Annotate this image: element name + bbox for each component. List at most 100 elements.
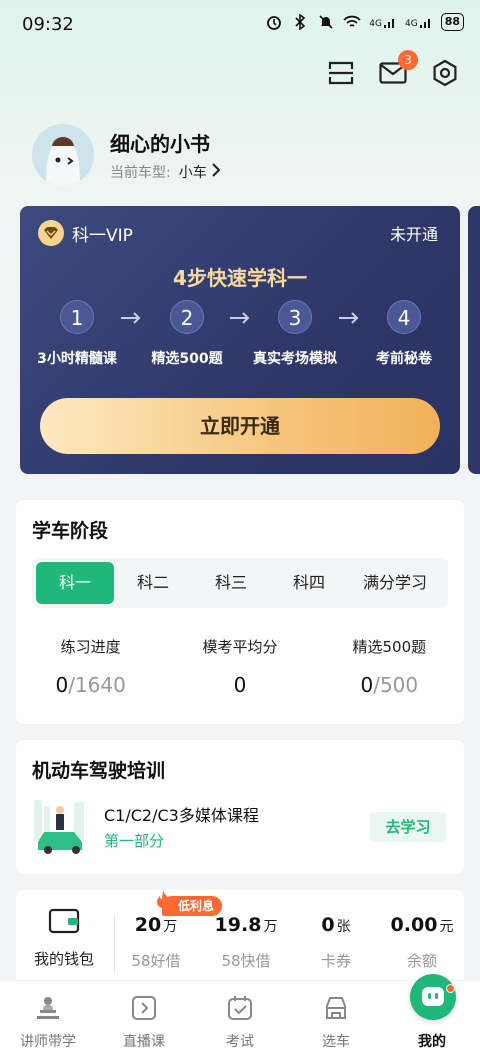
go-study-button[interactable]: 去学习	[370, 812, 446, 842]
teacher-icon	[33, 993, 63, 1023]
stat-practice-progress[interactable]: 练习进度 0/1640	[16, 636, 165, 697]
nav-label: 考试	[226, 1034, 254, 1050]
user-name[interactable]: 细心的小书	[110, 128, 210, 157]
wallet-amount: 20	[134, 914, 162, 936]
step-label: 真实考场模拟	[253, 351, 337, 367]
wallet-item-coupons[interactable]: 0张 卡券	[296, 914, 376, 971]
stat-value: 0	[165, 673, 314, 697]
wallet-sub: 余额	[406, 952, 437, 970]
wallet-sub: 58快借	[221, 952, 271, 970]
vip-diamond-icon	[38, 220, 64, 246]
low-interest-badge: 低利息	[162, 896, 223, 916]
avatar[interactable]	[32, 124, 94, 186]
activate-vip-button[interactable]: 立即开通	[40, 398, 440, 454]
stat-value: 0/1640	[16, 673, 165, 697]
tab-subject-2[interactable]: 科二	[114, 562, 192, 604]
stat-label: 模考平均分	[202, 638, 278, 656]
stat-selected-questions[interactable]: 精选500题 0/500	[315, 636, 464, 697]
stat-label: 精选500题	[352, 638, 427, 656]
stage-title: 学车阶段	[32, 520, 109, 542]
divider	[114, 914, 115, 974]
vip-step: 1 3小时精髓课	[22, 300, 132, 368]
tab-subject-1[interactable]: 科一	[36, 562, 114, 604]
exam-icon	[225, 993, 255, 1023]
wifi-icon	[343, 13, 361, 31]
arrow-right-icon	[229, 308, 251, 329]
wallet-value: 0.00 元	[382, 914, 462, 936]
stat-total: /1640	[68, 673, 126, 697]
tab-subject-4[interactable]: 科四	[270, 562, 348, 604]
nav-live[interactable]: 直播课	[96, 989, 192, 1051]
settings-icon[interactable]	[430, 58, 460, 88]
stat-total: /500	[373, 673, 419, 697]
signal-icon: 4G	[369, 15, 397, 29]
vip-label: 科一VIP	[72, 225, 133, 246]
stage-tabs: 科一 科二 科三 科四 满分学习	[32, 558, 448, 608]
nav-label: 直播课	[123, 1034, 165, 1050]
mine-icon[interactable]	[410, 974, 456, 1020]
wallet-amount: 0	[321, 914, 335, 936]
step-label: 考前秘卷	[376, 351, 432, 367]
stat-number: 0	[233, 673, 247, 697]
network-label: 4G	[369, 19, 382, 29]
nav-car[interactable]: 选车	[288, 989, 384, 1051]
arrow-right-icon	[120, 308, 142, 329]
live-icon	[129, 993, 159, 1023]
wallet-label: 我的钱包	[33, 950, 94, 968]
tab-subject-3[interactable]: 科三	[192, 562, 270, 604]
step-number: 4	[387, 300, 421, 334]
nav-teacher[interactable]: 讲师带学	[0, 989, 96, 1051]
header-actions: 3	[326, 50, 460, 88]
wallet-sub: 58好借	[131, 952, 181, 970]
current-car-selector[interactable]: 当前车型: 小车	[110, 162, 221, 182]
car-label: 当前车型:	[110, 165, 171, 181]
course-subtitle: 第一部分	[104, 832, 165, 850]
next-card-peek[interactable]	[468, 206, 480, 474]
course-thumbnail	[30, 796, 94, 856]
wallet-item-58haojie[interactable]: 20 万 58好借	[116, 914, 196, 971]
car-value: 小车	[178, 165, 207, 181]
nav-label: 我的	[418, 1034, 446, 1050]
tab-full-score[interactable]: 满分学习	[348, 562, 442, 604]
wallet-item-balance[interactable]: 0.00 元 余额	[382, 914, 462, 971]
alarm-icon	[265, 13, 283, 31]
scan-icon[interactable]	[326, 58, 356, 88]
signal-icon: 4G	[405, 15, 433, 29]
car-icon	[321, 993, 351, 1023]
mail-icon[interactable]: 3	[378, 50, 418, 88]
stat-label: 练习进度	[60, 638, 121, 656]
driving-training-card: 机动车驾驶培训 C1/C2/C3多媒体课程 第一部分 去学习	[16, 740, 464, 874]
step-number: 3	[278, 300, 312, 334]
wallet-amount: 19.8	[214, 914, 262, 936]
wallet-item-58kuaijie[interactable]: 19.8 万 58快借	[206, 914, 286, 971]
training-title: 机动车驾驶培训	[32, 760, 166, 782]
stage-stats: 练习进度 0/1640 模考平均分 0 精选500题 0/500	[16, 636, 464, 697]
step-number: 2	[170, 300, 204, 334]
step-label: 3小时精髓课	[37, 351, 117, 367]
bluetooth-icon	[291, 13, 309, 31]
vip-card[interactable]: 科一VIP 未开通 4步快速学科一 1 3小时精髓课 2 精选500题 3 真实…	[20, 206, 460, 474]
step-label: 精选500题	[151, 351, 223, 367]
wallet-sub: 卡券	[320, 952, 351, 970]
wallet-value: 0张	[296, 914, 376, 936]
arrow-right-icon	[338, 308, 360, 329]
notification-dot	[446, 984, 455, 993]
learning-stage-card: 学车阶段 科一 科二 科三 科四 满分学习 练习进度 0/1640 模考平均分 …	[16, 500, 464, 724]
wallet-value: 20 万	[116, 914, 196, 936]
wallet-card: 我的钱包 低利息 20 万 58好借 19.8 万 58快借 0张 卡券 0.00 元…	[16, 890, 464, 990]
status-bar: 09:32 4G 4G 88	[0, 0, 480, 48]
vip-step: 2 精选500题	[132, 300, 242, 368]
vip-step: 4 考前秘卷	[349, 300, 459, 368]
vip-header: 科一VIP	[38, 220, 133, 246]
stat-number: 0	[360, 673, 374, 697]
wallet-unit: 万	[263, 919, 278, 935]
nav-label: 讲师带学	[20, 1034, 76, 1050]
network-label: 4G	[404, 19, 418, 29]
vip-step: 3 真实考场模拟	[240, 300, 350, 368]
course-item[interactable]: C1/C2/C3多媒体课程 第一部分 去学习	[30, 796, 450, 858]
my-wallet[interactable]: 我的钱包	[16, 908, 112, 969]
nav-exam[interactable]: 考试	[192, 989, 288, 1051]
wallet-unit: 万	[163, 919, 178, 935]
stat-mock-average[interactable]: 模考平均分 0	[165, 636, 314, 697]
mail-badge: 3	[398, 50, 418, 70]
